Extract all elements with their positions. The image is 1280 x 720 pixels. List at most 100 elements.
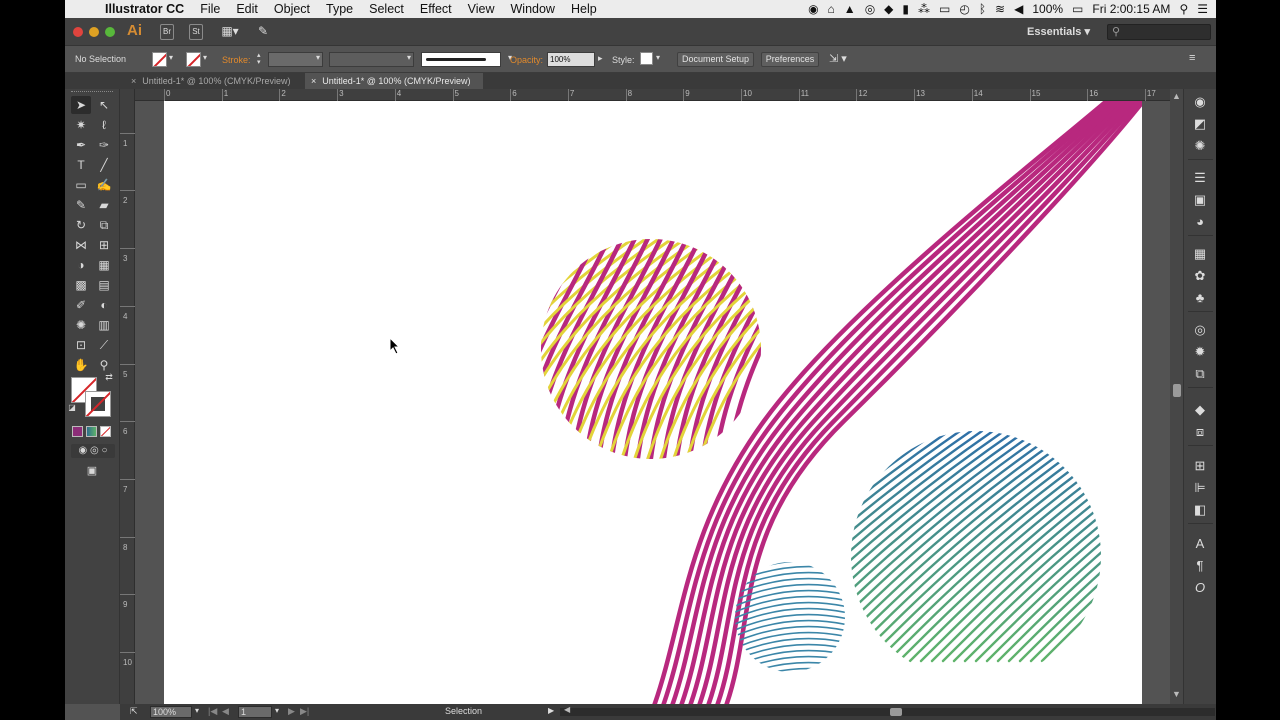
zoom-field[interactable]: 100%	[150, 706, 192, 718]
status-menu-icon[interactable]: ▶	[548, 706, 554, 715]
brushes-panel-icon[interactable]: ✿	[1191, 267, 1209, 285]
default-colors-icon[interactable]: ◪	[67, 403, 77, 413]
artboard-dropdown-icon[interactable]: ▾	[275, 706, 279, 715]
stroke-weight-stepper[interactable]: ▴ ▾	[257, 52, 261, 66]
arrange-documents-icon[interactable]: ▦▾	[219, 24, 241, 40]
previous-artboard-icon[interactable]: ◀	[222, 706, 229, 717]
stroke-swatch[interactable]	[186, 52, 201, 67]
artboard-number-field[interactable]: 1	[238, 706, 272, 718]
creative-cloud-icon[interactable]: ◎	[865, 2, 875, 16]
clock[interactable]: Fri 2:00:15 AM	[1092, 2, 1170, 16]
next-artboard-icon[interactable]: ▶	[288, 706, 295, 717]
menu-help[interactable]: Help	[563, 2, 605, 16]
record-icon[interactable]: ◉	[808, 2, 818, 16]
eraser-tool-icon[interactable]: ▰	[94, 196, 114, 214]
artboard-tool-icon[interactable]: ⊡	[71, 336, 91, 354]
horizontal-scroll-thumb[interactable]	[890, 708, 902, 716]
pathfinder-panel-icon[interactable]: ◧	[1191, 501, 1209, 519]
transform-options-icon[interactable]: ⇲ ▾	[829, 52, 847, 65]
magic-wand-tool-icon[interactable]: ✷	[71, 116, 91, 134]
gradient-panel-icon[interactable]: ▣	[1191, 191, 1209, 209]
creative-cloud-panel-icon[interactable]: ◎	[1191, 321, 1209, 339]
paintbrush-tool-icon[interactable]: ✍	[94, 176, 114, 194]
vertical-scrollbar[interactable]: ▲ ▼	[1170, 89, 1183, 704]
artwork[interactable]	[164, 101, 1142, 704]
battery-icon[interactable]: ▭	[1072, 2, 1083, 16]
color-guide-icon[interactable]: ✹	[1191, 343, 1209, 361]
none-mode-icon[interactable]	[100, 426, 111, 437]
workspace-switcher[interactable]: Essentials ▾	[1027, 25, 1090, 38]
appearance-icon[interactable]: ✺	[1191, 137, 1209, 155]
screen-mode-icon[interactable]: ▣	[80, 464, 104, 478]
bluetooth-icon[interactable]: ᛒ	[979, 2, 986, 16]
graphic-style-swatch[interactable]	[640, 52, 653, 65]
menu-file[interactable]: File	[192, 2, 228, 16]
scale-tool-icon[interactable]: ⧉	[94, 216, 114, 234]
gpu-performance-icon[interactable]: ✎	[254, 24, 272, 40]
wifi-icon[interactable]: ≋	[995, 2, 1005, 16]
transparency-panel-icon[interactable]: ◕	[1191, 213, 1209, 231]
opacity-arrow-icon[interactable]: ▸	[598, 53, 603, 64]
pen-tool-icon[interactable]: ✒	[71, 136, 91, 154]
transform-panel-icon[interactable]: ⊞	[1191, 457, 1209, 475]
lasso-tool-icon[interactable]: ℓ	[94, 116, 114, 134]
document-tab-1[interactable]: × Untitled-1* @ 100% (CMYK/Preview)	[125, 73, 303, 89]
line-segment-tool-icon[interactable]: ╱	[94, 156, 114, 174]
scroll-left-icon[interactable]: ◀	[564, 705, 570, 714]
pasteboard[interactable]	[135, 101, 1204, 704]
menu-type[interactable]: Type	[318, 2, 361, 16]
stock-button[interactable]: St	[189, 24, 203, 40]
color-mode-icon[interactable]	[72, 426, 83, 437]
last-artboard-icon[interactable]: ▶|	[300, 706, 309, 717]
shaper-tool-icon[interactable]: ✎	[71, 196, 91, 214]
scroll-down-icon[interactable]: ▼	[1172, 689, 1181, 699]
artboards-panel-icon[interactable]: ⧈	[1191, 423, 1209, 441]
stroke-label[interactable]: Stroke:	[222, 55, 251, 65]
width-tool-icon[interactable]: ⋈	[71, 236, 91, 254]
gradient-mode-icon[interactable]	[86, 426, 97, 437]
blend-tool-icon[interactable]: ◐	[94, 296, 114, 314]
mesh-tool-icon[interactable]: ▩	[71, 276, 91, 294]
stroke-dropdown-icon[interactable]: ▾	[203, 53, 207, 62]
close-tab-icon[interactable]: ×	[311, 76, 316, 86]
libraries-icon[interactable]: ◉	[1191, 93, 1209, 111]
document-setup-button[interactable]: Document Setup	[677, 52, 754, 67]
eyedropper-tool-icon[interactable]: ✐	[71, 296, 91, 314]
character-panel-icon[interactable]: A	[1191, 535, 1209, 553]
time-machine-icon[interactable]: ◴	[959, 2, 969, 16]
horizontal-scrollbar[interactable]: ◀ ▶	[560, 705, 1215, 716]
type-tool-icon[interactable]: T	[71, 156, 91, 174]
menu-effect[interactable]: Effect	[412, 2, 460, 16]
preferences-button[interactable]: Preferences	[761, 52, 819, 67]
swatches-panel-icon[interactable]: ▦	[1191, 245, 1209, 263]
symbol-sprayer-tool-icon[interactable]: ✺	[71, 316, 91, 334]
volume-icon[interactable]: ◀	[1014, 2, 1023, 16]
airplay-icon[interactable]: ▭	[939, 2, 950, 16]
align-panel-icon[interactable]: ⊫	[1191, 479, 1209, 497]
variable-width-profile[interactable]: ▾	[329, 52, 414, 67]
close-window-button[interactable]	[73, 27, 83, 37]
vertical-ruler[interactable]: 1 2 3 4 5 6 7 8 9 10	[120, 89, 135, 704]
export-icon[interactable]: ⧉	[1191, 365, 1209, 383]
fill-dropdown-icon[interactable]: ▾	[169, 53, 173, 62]
fill-swatch[interactable]	[152, 52, 167, 67]
drive-icon[interactable]: ▲	[844, 2, 856, 16]
symbols-panel-icon[interactable]: ♣	[1191, 289, 1209, 307]
artboard[interactable]	[164, 101, 1142, 704]
notification-icon[interactable]: ☰	[1197, 2, 1208, 16]
stock-search-input[interactable]: ⚲	[1107, 24, 1211, 40]
opacity-label[interactable]: Opacity:	[510, 55, 543, 65]
direct-selection-tool-icon[interactable]: ↖	[94, 96, 114, 114]
drawing-modes-icon[interactable]: ◉ ◎ ○	[71, 444, 115, 458]
network-icon[interactable]: ⁂	[918, 2, 930, 16]
stroke-color-box[interactable]	[85, 391, 111, 417]
home-icon[interactable]: ⌂	[828, 2, 835, 16]
swap-colors-icon[interactable]: ⇄	[103, 371, 115, 383]
selection-tool-icon[interactable]: ➤	[71, 96, 91, 114]
panel-grip[interactable]	[71, 91, 113, 93]
gradient-tool-icon[interactable]: ▤	[94, 276, 114, 294]
layers-panel-icon[interactable]: ◆	[1191, 401, 1209, 419]
menu-object[interactable]: Object	[266, 2, 318, 16]
document-tab-2[interactable]: × Untitled-1* @ 100% (CMYK/Preview)	[305, 73, 483, 89]
properties-icon[interactable]: ◩	[1191, 115, 1209, 133]
